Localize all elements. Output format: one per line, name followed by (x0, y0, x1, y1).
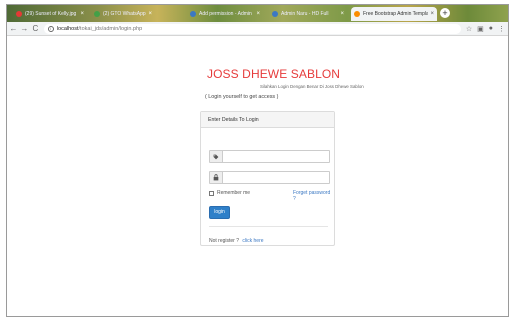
password-input[interactable] (223, 172, 329, 183)
address-bar[interactable]: i localhost /tokai_jds/admin/login.php (43, 23, 461, 34)
tab-2[interactable]: (2) GTO WhatsApp × (91, 7, 155, 21)
tab-title: (2) GTO WhatsApp (103, 11, 146, 17)
profile-icon[interactable]: ● (489, 25, 493, 32)
forward-icon[interactable]: → (20, 24, 29, 33)
address-toolbar: ← → C i localhost /tokai_jds/admin/login… (7, 22, 508, 36)
password-group (209, 171, 330, 184)
brand-title: JOSS DHEWE SABLON (207, 67, 341, 81)
tab-title: Free Bootstrap Admin Templa (363, 11, 429, 17)
remember-checkbox[interactable] (209, 190, 214, 196)
register-prefix: Not register ? (209, 238, 240, 244)
register-link[interactable]: click here (242, 238, 263, 244)
remember-me[interactable]: Remember me (209, 190, 250, 196)
back-icon[interactable]: ← (9, 24, 18, 33)
tab-title: Admin Naru - HD Full (281, 11, 329, 17)
page-icon (190, 11, 196, 17)
extension-icon[interactable]: ▣ (477, 25, 484, 33)
close-icon[interactable]: × (254, 11, 260, 17)
close-icon[interactable]: × (146, 11, 152, 17)
register-line: Not register ? click here (209, 238, 264, 244)
menu-icon[interactable]: ⋮ (498, 25, 505, 33)
reload-icon[interactable]: C (31, 24, 40, 33)
username-input[interactable] (223, 151, 329, 162)
bookmark-star-icon[interactable]: ☆ (466, 25, 472, 33)
url-host: localhost (56, 25, 79, 32)
remember-label: Remember me (217, 190, 251, 196)
tab-title: (29) Sunset of Kelly.jpg (25, 11, 77, 17)
login-lead-text: ( Login yourself to get access ) (205, 94, 279, 100)
close-icon[interactable]: × (428, 11, 434, 17)
close-icon[interactable]: × (338, 11, 344, 17)
username-group (209, 150, 330, 163)
tab-1[interactable]: (29) Sunset of Kelly.jpg × (13, 7, 87, 21)
brand-subtitle: Silahkan Login Dengan Benar Di Joss Dhew… (260, 84, 364, 89)
tab-title: Add permission - Admin (199, 11, 252, 17)
tag-icon (210, 151, 223, 162)
login-button[interactable]: login (209, 206, 230, 219)
login-panel: Enter Details To Login Remember me Forge… (200, 111, 335, 246)
browser-window: (29) Sunset of Kelly.jpg × (2) GTO Whats… (6, 4, 509, 317)
url-path: /tokai_jds/admin/login.php (78, 25, 143, 32)
tab-4[interactable]: Admin Naru - HD Full × (269, 7, 347, 21)
divider (209, 226, 328, 227)
tab-strip: (29) Sunset of Kelly.jpg × (2) GTO Whats… (7, 5, 508, 22)
tab-3[interactable]: Add permission - Admin × (187, 7, 263, 21)
page-icon (272, 11, 278, 17)
page-icon (354, 11, 360, 17)
tab-5-active[interactable]: Free Bootstrap Admin Templa × (351, 7, 437, 21)
lock-icon (210, 172, 223, 183)
panel-title: Enter Details To Login (201, 112, 334, 128)
login-page: JOSS DHEWE SABLON Silahkan Login Dengan … (7, 37, 508, 316)
whatsapp-icon (94, 11, 100, 17)
toolbar-actions: ☆ ▣ ● ⋮ (461, 25, 505, 33)
new-tab-button[interactable]: + (440, 8, 450, 18)
info-icon[interactable]: i (47, 25, 54, 32)
close-icon[interactable]: × (78, 11, 84, 17)
forgot-password-link[interactable]: Forget password ? (293, 190, 334, 202)
youtube-icon (16, 11, 22, 17)
